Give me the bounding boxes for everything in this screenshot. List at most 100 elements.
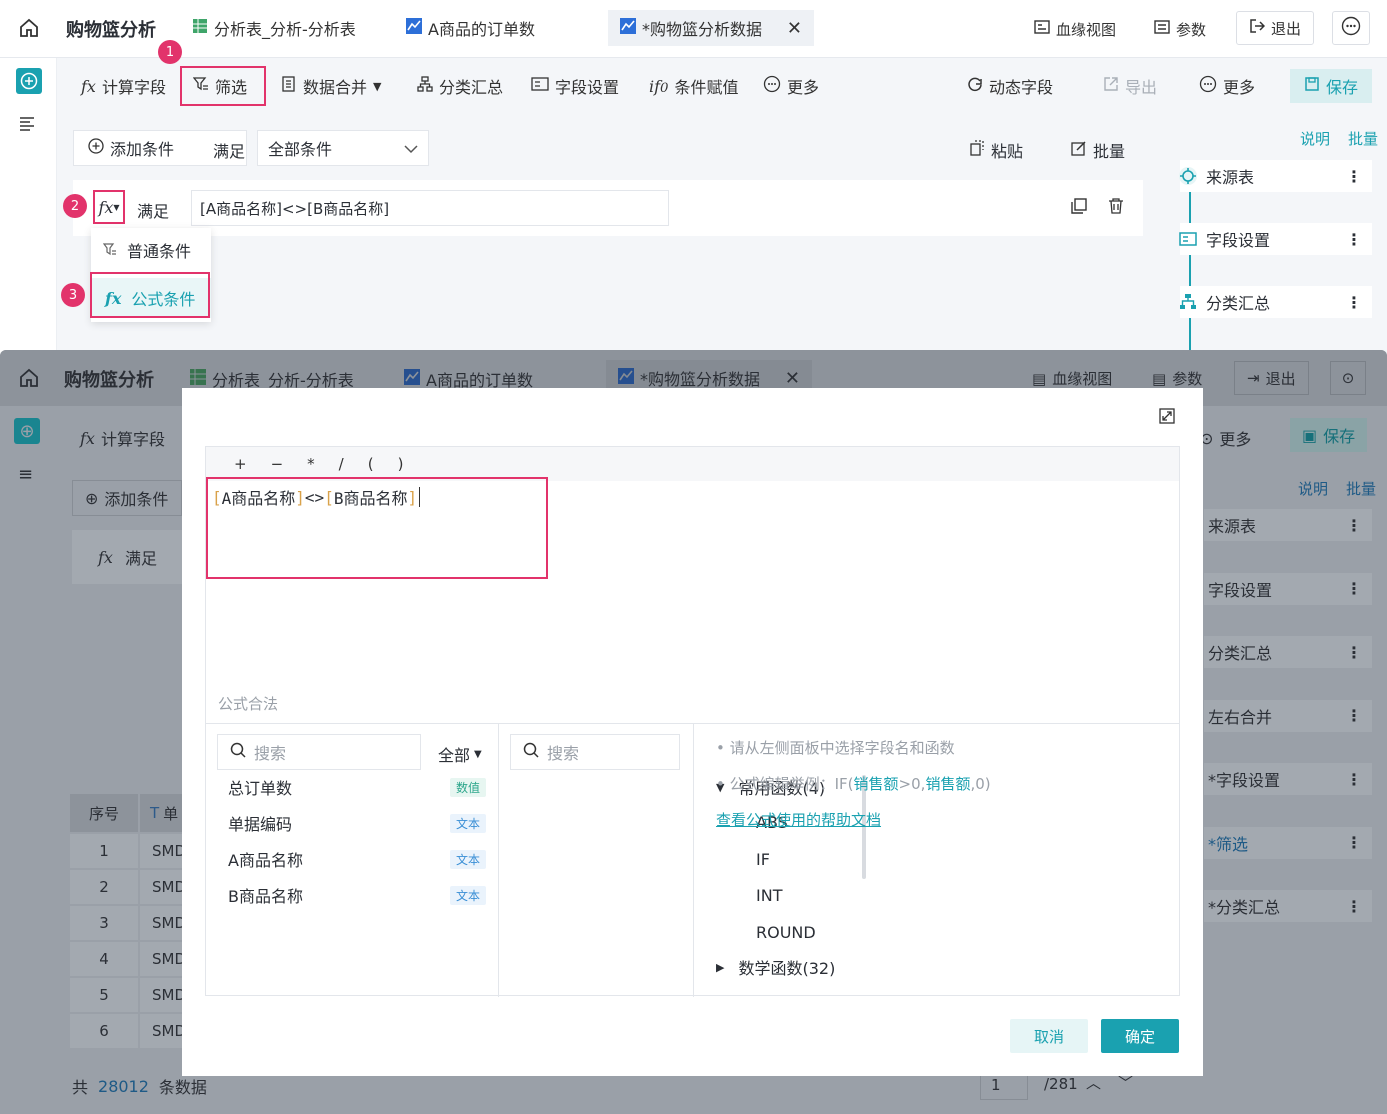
calc-field-button[interactable]: fx 计算字段 bbox=[80, 426, 165, 450]
field-item[interactable]: 单据编码 文本 bbox=[228, 809, 486, 837]
kebab-icon[interactable]: ⋮ bbox=[1346, 706, 1362, 725]
op-right-paren[interactable]: ) bbox=[398, 455, 404, 473]
kebab-icon[interactable]: ⋮ bbox=[1346, 643, 1362, 662]
cond-assign-button[interactable]: if0 条件赋值 bbox=[649, 58, 739, 114]
more-icon bbox=[1341, 16, 1361, 40]
table-cell-value: SMD bbox=[140, 906, 182, 940]
export-button[interactable]: 导出 bbox=[1103, 58, 1157, 114]
tab-analysis-table[interactable]: 分析表_分析-分析表 bbox=[192, 10, 356, 46]
add-step-icon[interactable]: ⊕ bbox=[14, 418, 40, 444]
toolbar-more-button[interactable]: 更多 bbox=[763, 58, 819, 114]
field-type-badge: 文本 bbox=[449, 813, 486, 833]
field-type-filter[interactable]: 全部 ▼ bbox=[438, 742, 482, 766]
step-node[interactable]: *字段设置 ⋮ bbox=[1204, 763, 1372, 795]
cancel-button[interactable]: 取消 bbox=[1010, 1019, 1088, 1053]
calc-field-button[interactable]: fx 计算字段 bbox=[81, 58, 166, 114]
search-icon bbox=[230, 742, 246, 762]
step-group[interactable]: 分类汇总 ⋮ bbox=[1180, 286, 1372, 318]
lineage-view-button[interactable]: ▤ 血缘视图 bbox=[1032, 368, 1112, 389]
save-button[interactable]: 保存 bbox=[1290, 69, 1373, 103]
function-search-input[interactable]: 搜索 bbox=[510, 734, 680, 770]
op-left-paren[interactable]: ( bbox=[368, 455, 374, 473]
step-node[interactable]: 来源表 ⋮ bbox=[1204, 509, 1372, 541]
step-field-settings[interactable]: 字段设置 ⋮ bbox=[1179, 223, 1372, 255]
table-icon bbox=[190, 369, 206, 389]
delete-icon[interactable] bbox=[1108, 198, 1124, 218]
home-icon[interactable] bbox=[18, 17, 40, 39]
row-satisfy-label: 满足 bbox=[137, 202, 170, 221]
tab-a-orders[interactable]: A商品的订单数 bbox=[406, 10, 535, 46]
step-node[interactable]: *分类汇总 ⋮ bbox=[1204, 890, 1372, 922]
function-item[interactable]: ROUND bbox=[756, 923, 816, 942]
field-search-input[interactable]: 搜索 bbox=[217, 734, 421, 770]
explain-link[interactable]: 说明 bbox=[1300, 128, 1330, 149]
step-node[interactable]: 左右合并 ⋮ bbox=[1204, 699, 1372, 732]
add-step-icon[interactable] bbox=[16, 68, 42, 94]
fn-group-math[interactable]: ▶ 数学函数(32) bbox=[716, 955, 835, 979]
step-source[interactable]: 来源表 ⋮ bbox=[1179, 160, 1372, 192]
op-plus[interactable]: + bbox=[234, 455, 247, 473]
kebab-icon[interactable]: ⋮ bbox=[1346, 833, 1362, 852]
close-icon[interactable]: ✕ bbox=[785, 368, 800, 389]
dynamic-field-button[interactable]: 动态字段 bbox=[967, 58, 1053, 114]
params-icon: ▤ bbox=[1152, 369, 1167, 388]
list-icon[interactable]: ≡ bbox=[18, 464, 33, 485]
refresh-icon bbox=[967, 76, 983, 96]
batch-button[interactable]: 批量 bbox=[1071, 138, 1125, 162]
help-doc-link[interactable]: 查看公式使用的帮助文档 bbox=[716, 809, 881, 830]
chart-icon bbox=[620, 18, 636, 38]
data-merge-button[interactable]: 数据合并 ▼ bbox=[281, 58, 381, 114]
save-icon: ▣ bbox=[1302, 425, 1318, 445]
maximize-icon[interactable] bbox=[1159, 408, 1175, 428]
field-settings-button[interactable]: 字段设置 bbox=[531, 58, 619, 114]
tab-basket-data[interactable]: *购物篮分析数据 ✕ bbox=[608, 10, 814, 46]
kebab-icon[interactable]: ⋮ bbox=[1346, 230, 1362, 249]
more-menu-button[interactable]: ⊙ bbox=[1330, 361, 1366, 395]
formula-input[interactable]: [A商品名称]<>[B商品名称] bbox=[191, 190, 669, 226]
function-item[interactable]: IF bbox=[756, 850, 770, 869]
batch-link[interactable]: 批量 bbox=[1346, 478, 1376, 499]
kebab-icon[interactable]: ⋮ bbox=[1346, 579, 1362, 598]
batch-link[interactable]: 批量 bbox=[1348, 128, 1378, 149]
op-divide[interactable]: / bbox=[339, 455, 344, 473]
step-node[interactable]: 字段设置 ⋮ bbox=[1204, 572, 1372, 605]
close-icon[interactable]: ✕ bbox=[787, 18, 802, 39]
fx-icon[interactable]: fx bbox=[98, 548, 113, 567]
list-icon[interactable] bbox=[19, 116, 37, 132]
kebab-icon[interactable]: ⋮ bbox=[1346, 167, 1362, 186]
step-node[interactable]: 分类汇总 ⋮ bbox=[1204, 636, 1372, 668]
add-condition-button[interactable]: ⊕ 添加条件 bbox=[72, 480, 182, 516]
params-button[interactable]: 参数 bbox=[1154, 14, 1206, 44]
menu-item-normal[interactable]: 普通条件 bbox=[102, 238, 191, 262]
condition-row: fx ▼ 满足 [A商品名称]<>[B商品名称] bbox=[73, 180, 1143, 236]
more-right-button[interactable]: ⊙ 更多 bbox=[1200, 426, 1251, 450]
group-summary-button[interactable]: 分类汇总 bbox=[417, 58, 503, 114]
table-cell-value: SMD bbox=[140, 834, 182, 868]
exit-button[interactable]: 退出 bbox=[1236, 11, 1315, 45]
satisfy-select[interactable]: 全部条件 bbox=[257, 130, 429, 166]
save-button[interactable]: ▣ 保存 bbox=[1290, 418, 1368, 452]
function-item[interactable]: INT bbox=[756, 886, 782, 905]
copy-icon[interactable] bbox=[1071, 198, 1087, 218]
kebab-icon[interactable]: ⋮ bbox=[1346, 293, 1362, 312]
paste-button[interactable]: 粘贴 bbox=[969, 138, 1023, 162]
kebab-icon[interactable]: ⋮ bbox=[1346, 897, 1362, 916]
step-badge-3: 3 bbox=[61, 283, 85, 307]
exit-button[interactable]: ⇥ 退出 bbox=[1234, 361, 1309, 395]
ok-button[interactable]: 确定 bbox=[1101, 1019, 1179, 1053]
field-item[interactable]: A商品名称 文本 bbox=[228, 845, 486, 873]
kebab-icon[interactable]: ⋮ bbox=[1346, 770, 1362, 789]
op-multiply[interactable]: * bbox=[307, 455, 315, 473]
more-right-button[interactable]: 更多 bbox=[1199, 58, 1255, 114]
step-node[interactable]: *筛选 ⋮ bbox=[1204, 826, 1372, 859]
home-icon[interactable] bbox=[18, 367, 40, 393]
more-menu-button[interactable] bbox=[1332, 11, 1370, 45]
op-minus[interactable]: − bbox=[271, 455, 284, 473]
explain-link[interactable]: 说明 bbox=[1298, 478, 1328, 499]
field-item[interactable]: B商品名称 文本 bbox=[228, 881, 486, 909]
field-item[interactable]: 总订单数 数值 bbox=[228, 773, 486, 801]
kebab-icon[interactable]: ⋮ bbox=[1346, 516, 1362, 535]
step-panel: 说明 批量 来源表 ⋮ 字段设置 ⋮ 分类汇总 ⋮ bbox=[1160, 114, 1387, 354]
params-button[interactable]: ▤ 参数 bbox=[1152, 368, 1202, 389]
lineage-view-button[interactable]: 血缘视图 bbox=[1034, 14, 1116, 44]
